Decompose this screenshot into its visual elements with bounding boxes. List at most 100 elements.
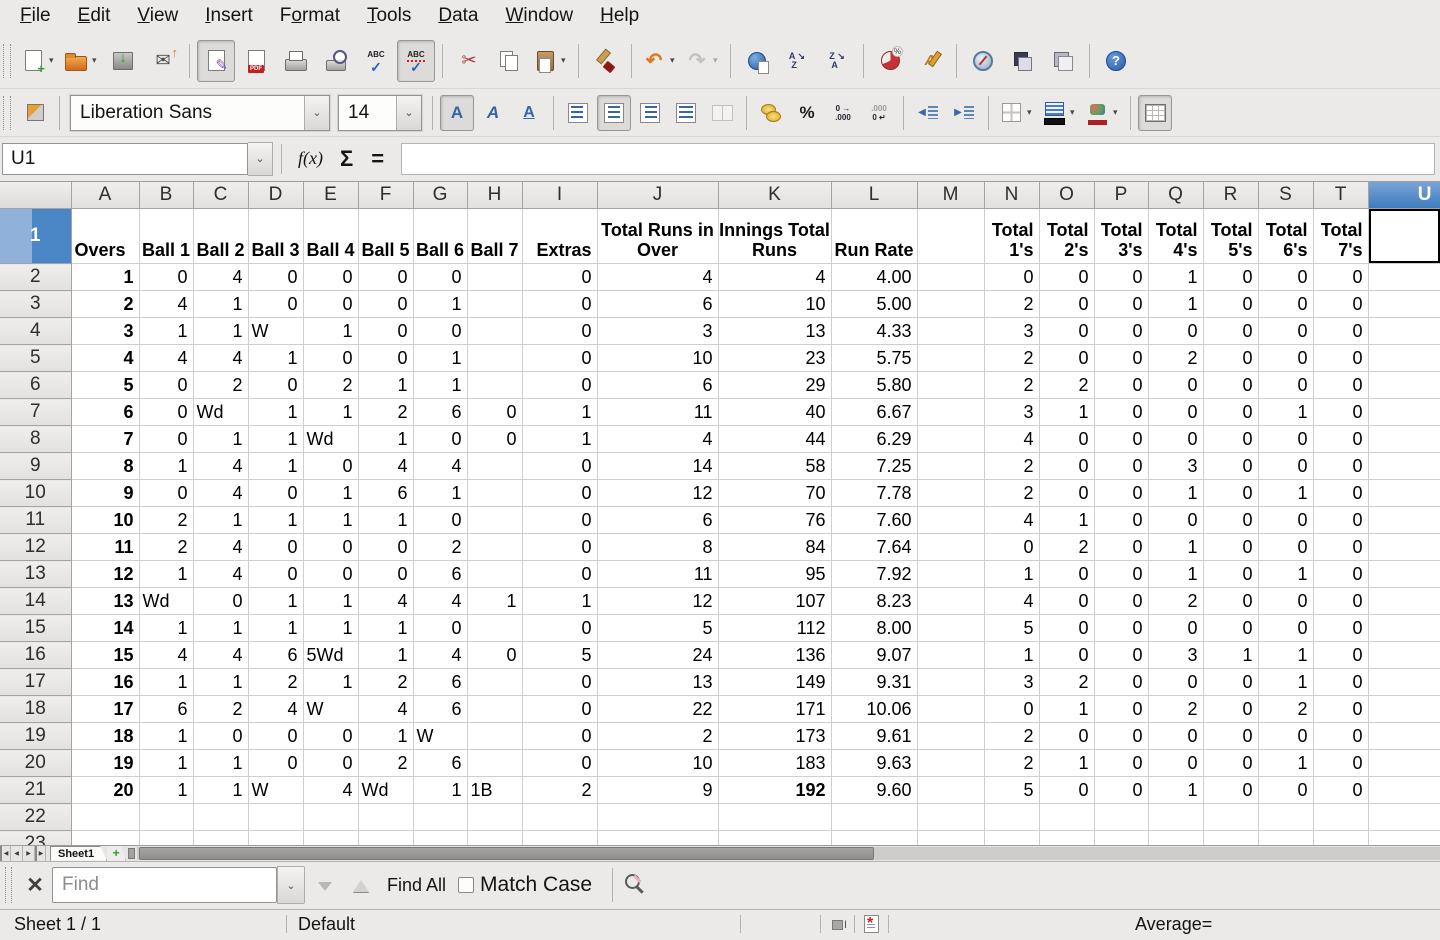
column-header-P[interactable]: P [1094,182,1148,209]
cell-U7[interactable] [1368,399,1440,426]
equals-button[interactable]: = [371,146,384,172]
column-header-L[interactable]: L [831,182,917,209]
cell-K16[interactable]: 136 [718,642,831,669]
cell-J8[interactable]: 4 [597,426,718,453]
cell-E3[interactable]: 0 [303,291,358,318]
navigator-button[interactable] [964,40,1002,82]
cell-K21[interactable]: 192 [718,777,831,804]
cell-C1[interactable]: Ball 2 [193,209,248,264]
cell-B5[interactable]: 4 [139,345,193,372]
cell-I3[interactable]: 0 [522,291,597,318]
cell-A22[interactable] [71,804,139,831]
cell-Q17[interactable]: 0 [1148,669,1203,696]
cell-P12[interactable]: 0 [1094,534,1148,561]
column-header-J[interactable]: J [597,182,718,209]
cell-C8[interactable]: 1 [193,426,248,453]
cell-E21[interactable]: 4 [303,777,358,804]
paste-button[interactable]: ▾ [530,40,571,82]
cell-Q7[interactable]: 0 [1148,399,1203,426]
cell-I8[interactable]: 1 [522,426,597,453]
cell-O13[interactable]: 0 [1039,561,1094,588]
cell-P5[interactable]: 0 [1094,345,1148,372]
cell-G15[interactable]: 0 [413,615,467,642]
column-header-K[interactable]: K [718,182,831,209]
cell-R9[interactable]: 0 [1203,453,1258,480]
cell-E9[interactable]: 0 [303,453,358,480]
cell-T22[interactable] [1313,804,1368,831]
cell-O21[interactable]: 0 [1039,777,1094,804]
cell-D8[interactable]: 1 [248,426,303,453]
cell-G17[interactable]: 6 [413,669,467,696]
cell-S3[interactable]: 0 [1258,291,1313,318]
previous-sheet-button[interactable]: ◀ [11,846,23,861]
cell-L20[interactable]: 9.63 [831,750,917,777]
cell-J19[interactable]: 2 [597,723,718,750]
cell-F1[interactable]: Ball 5 [358,209,413,264]
row-header-12[interactable]: 12 [0,534,71,561]
cell-D12[interactable]: 0 [248,534,303,561]
cell-Q15[interactable]: 0 [1148,615,1203,642]
dropdown-caret-icon[interactable]: ▾ [561,55,570,66]
sheet-tab[interactable]: Sheet1 [50,846,107,861]
cell-P15[interactable]: 0 [1094,615,1148,642]
page-style[interactable]: Default [298,914,355,935]
menu-data[interactable]: Data [426,3,493,29]
open-button[interactable]: ▾ [61,40,102,82]
cell-K19[interactable]: 173 [718,723,831,750]
underline-button[interactable] [512,95,546,131]
cell-H18[interactable] [467,696,522,723]
cell-N21[interactable]: 5 [984,777,1039,804]
row-header-13[interactable]: 13 [0,561,71,588]
cell-K14[interactable]: 107 [718,588,831,615]
new-document-button[interactable]: ▾ [18,40,59,82]
find-history-chevron-down-icon[interactable] [277,866,305,904]
cell-F12[interactable]: 0 [358,534,413,561]
cell-M23[interactable] [917,831,984,845]
column-header-N[interactable]: N [984,182,1039,209]
next-sheet-button[interactable]: ▶ [23,846,35,861]
cell-M5[interactable] [917,345,984,372]
cell-H16[interactable]: 0 [467,642,522,669]
cell-C11[interactable]: 1 [193,507,248,534]
cell-D23[interactable] [248,831,303,845]
cell-L11[interactable]: 7.60 [831,507,917,534]
cell-S23[interactable] [1258,831,1313,845]
cell-D2[interactable]: 0 [248,264,303,291]
cell-D13[interactable]: 0 [248,561,303,588]
cell-E2[interactable]: 0 [303,264,358,291]
cell-J5[interactable]: 10 [597,345,718,372]
cell-K5[interactable]: 23 [718,345,831,372]
cell-S2[interactable]: 0 [1258,264,1313,291]
cell-U18[interactable] [1368,696,1440,723]
cell-J16[interactable]: 24 [597,642,718,669]
cell-S11[interactable]: 0 [1258,507,1313,534]
cell-T23[interactable] [1313,831,1368,845]
cell-R2[interactable]: 0 [1203,264,1258,291]
cell-B8[interactable]: 0 [139,426,193,453]
cell-J18[interactable]: 22 [597,696,718,723]
export-pdf-button[interactable] [237,40,275,82]
cell-M21[interactable] [917,777,984,804]
cell-G7[interactable]: 6 [413,399,467,426]
cell-J13[interactable]: 11 [597,561,718,588]
cell-Q19[interactable]: 0 [1148,723,1203,750]
cell-N22[interactable] [984,804,1039,831]
cell-L4[interactable]: 4.33 [831,318,917,345]
cell-B4[interactable]: 1 [139,318,193,345]
menu-help[interactable]: Help [588,3,654,29]
cell-K18[interactable]: 171 [718,696,831,723]
cell-A6[interactable]: 5 [71,372,139,399]
cell-U23[interactable] [1368,831,1440,845]
cell-I14[interactable]: 1 [522,588,597,615]
cell-B21[interactable]: 1 [139,777,193,804]
cell-F18[interactable]: 4 [358,696,413,723]
cell-H17[interactable] [467,669,522,696]
cell-C9[interactable]: 4 [193,453,248,480]
cell-E1[interactable]: Ball 4 [303,209,358,264]
cell-B15[interactable]: 1 [139,615,193,642]
cell-L2[interactable]: 4.00 [831,264,917,291]
cell-F21[interactable]: Wd [358,777,413,804]
cell-J10[interactable]: 12 [597,480,718,507]
cell-G4[interactable]: 0 [413,318,467,345]
find-and-replace-icon[interactable] [621,870,651,900]
